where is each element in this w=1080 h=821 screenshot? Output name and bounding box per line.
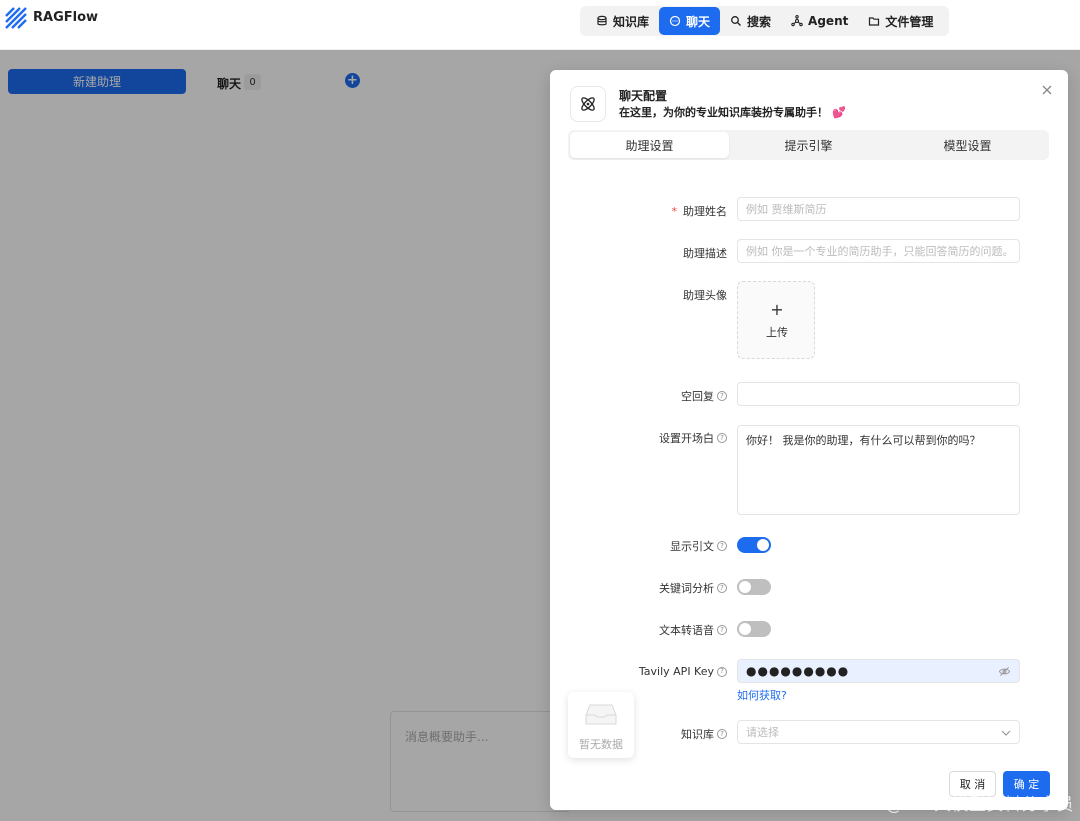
nav-item-agent[interactable]: Agent [781, 7, 858, 35]
toggle-knob [739, 623, 751, 635]
show-quote-label: 显示引文? [670, 538, 727, 554]
agent-icon [791, 15, 803, 27]
modal-avatar [570, 86, 606, 122]
label-text: Tavily API Key [638, 665, 714, 678]
config-tabs: 助理设置 提示引擎 模型设置 [568, 130, 1049, 160]
how-to-get-link[interactable]: 如何获取? [737, 687, 787, 703]
tavily-key-value: ●●●●●●●●● [746, 664, 850, 678]
no-data-text: 暂无数据 [579, 738, 623, 751]
no-data-popover: 暂无数据 [568, 692, 634, 758]
nav-item-label: Agent [808, 14, 849, 28]
assistant-avatar-label: 助理头像 [683, 289, 727, 302]
label-text: 显示引文 [670, 540, 714, 553]
nav-item-knowledge-base[interactable]: 知识库 [586, 7, 659, 35]
plus-icon: + [770, 300, 784, 319]
nav-item-file-manager[interactable]: 文件管理 [858, 7, 943, 35]
assistant-name-label: * 助理姓名 [672, 203, 728, 219]
help-icon[interactable]: ? [717, 625, 727, 635]
tavily-key-input[interactable]: ●●●●●●●●● [737, 659, 1020, 683]
assistant-description-label: 助理描述 [683, 247, 727, 260]
empty-inbox-icon [585, 704, 617, 725]
database-icon [597, 15, 607, 26]
label-text: 关键词分析 [659, 582, 714, 595]
watermark: CSDN @AGI大模型资料分享员 [829, 795, 1074, 815]
close-icon[interactable] [1040, 83, 1054, 97]
assistant-description-input[interactable] [737, 239, 1020, 263]
nav-item-chat[interactable]: 聊天 [659, 7, 721, 35]
toggle-knob [757, 539, 769, 551]
folder-icon [869, 17, 880, 26]
heart-icon: 💕 [832, 106, 846, 119]
help-icon[interactable]: ? [717, 391, 727, 401]
knowledge-base-label: 知识库? [681, 726, 727, 742]
empty-reply-label: 空回复? [681, 388, 727, 404]
label-text: 文本转语音 [659, 624, 714, 637]
help-icon[interactable]: ? [717, 729, 727, 739]
label-text: 空回复 [681, 390, 714, 403]
modal-subtitle-text: 在这里，为你的专业知识库装扮专属助手！ [619, 106, 828, 119]
help-icon[interactable]: ? [717, 666, 727, 677]
avatar-upload[interactable]: + 上传 [737, 281, 815, 359]
keyword-analysis-toggle[interactable] [737, 579, 771, 595]
label-text: 知识库 [681, 728, 714, 741]
upload-text: 上传 [766, 326, 788, 339]
show-quote-toggle[interactable] [737, 537, 771, 553]
tab-prompt-engine[interactable]: 提示引擎 [729, 132, 888, 158]
toggle-knob [739, 581, 751, 593]
nav-item-label: 文件管理 [885, 14, 934, 29]
nav-item-label: 聊天 [686, 14, 711, 29]
empty-reply-input[interactable] [737, 382, 1020, 406]
brand-name: RAGFlow [33, 10, 99, 25]
nav-item-search[interactable]: 搜索 [720, 7, 781, 35]
tavily-key-label: Tavily API Key? [639, 665, 727, 678]
assistant-name-input[interactable] [737, 197, 1020, 221]
modal-title: 聊天配置 [619, 89, 668, 103]
help-icon[interactable]: ? [717, 541, 727, 551]
label-text: 设置开场白 [659, 432, 714, 445]
nav-item-label: 知识库 [613, 14, 650, 29]
label-text: 助理姓名 [683, 205, 727, 218]
modal-subtitle: 在这里，为你的专业知识库装扮专属助手！ 💕 [619, 104, 846, 120]
chat-icon [669, 15, 681, 27]
select-placeholder: 请选择 [746, 726, 779, 739]
eye-off-icon[interactable] [998, 665, 1011, 678]
help-icon[interactable]: ? [717, 583, 727, 593]
knowledge-base-select[interactable]: 请选择 [737, 720, 1020, 744]
keyword-analysis-label: 关键词分析? [659, 580, 727, 596]
tab-model-settings[interactable]: 模型设置 [888, 132, 1047, 158]
search-icon [731, 16, 741, 26]
chevron-down-icon [1001, 730, 1011, 736]
atom-icon [581, 97, 595, 111]
help-icon[interactable]: ? [717, 433, 727, 443]
required-mark: * [671, 204, 678, 218]
tts-label: 文本转语音? [659, 622, 727, 638]
opener-textarea[interactable]: 你好！ 我是你的助理，有什么可以帮到你的吗？ [737, 425, 1020, 515]
tts-toggle[interactable] [737, 621, 771, 637]
ragflow-logo-icon [5, 7, 27, 29]
top-bar: RAGFlow 知识库 聊天 搜索 Agent 文件管理 [0, 0, 1080, 50]
tab-assistant-settings[interactable]: 助理设置 [570, 132, 729, 158]
opener-label: 设置开场白? [659, 430, 727, 446]
nav-item-label: 搜索 [747, 14, 772, 29]
main-nav: 知识库 聊天 搜索 Agent 文件管理 [580, 6, 950, 36]
